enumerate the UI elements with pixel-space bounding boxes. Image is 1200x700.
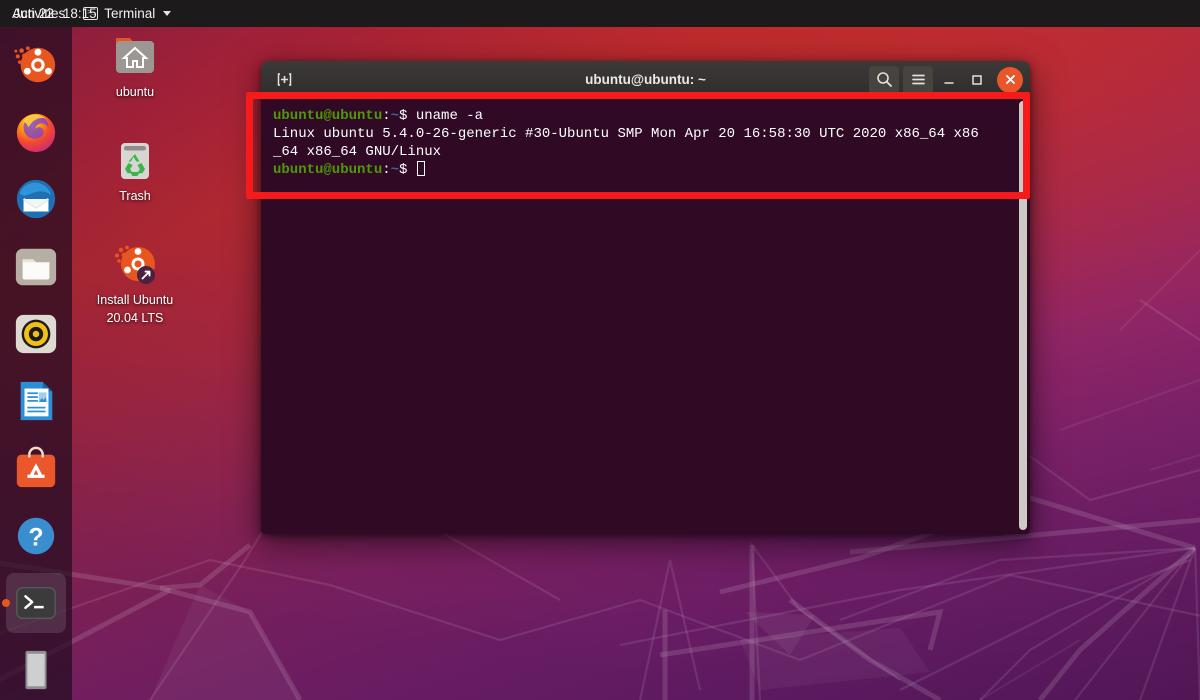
terminal-output-area[interactable]: ubuntu@ubuntu:~$ uname -a Linux ubuntu 5…: [261, 99, 1030, 534]
maximize-icon[interactable]: [963, 66, 991, 94]
desktop-icon-label-line2: 20.04 LTS: [107, 311, 164, 326]
clock-time: 18:15: [63, 6, 97, 21]
terminal-icon: [13, 580, 59, 626]
clock-menu[interactable]: Jun 22 18:15: [0, 6, 600, 21]
hamburger-glyph: [910, 71, 927, 88]
dock-item-help[interactable]: ?: [6, 506, 66, 565]
new-tab-glyph: [276, 71, 293, 88]
titlebar-controls: [867, 66, 1030, 94]
new-tab-icon[interactable]: [269, 66, 299, 94]
close-icon[interactable]: [997, 67, 1023, 93]
hamburger-menu-icon[interactable]: [903, 66, 933, 94]
svg-text:?: ?: [28, 523, 43, 551]
home-folder-icon: [108, 32, 162, 82]
terminal-window[interactable]: ubuntu@ubuntu: ~: [261, 61, 1030, 534]
close-glyph: [1004, 73, 1017, 86]
terminal-command: uname -a: [416, 108, 483, 124]
minimize-icon[interactable]: [935, 66, 963, 94]
ubuntu-installer-icon: [108, 240, 162, 290]
document-icon: [13, 378, 59, 424]
prompt-user-2: ubuntu@ubuntu: [273, 162, 382, 178]
text-cursor: [417, 161, 425, 176]
maximize-glyph: [970, 73, 984, 87]
prompt-path: ~: [391, 108, 399, 124]
dock-item-firefox[interactable]: [6, 102, 66, 161]
top-panel: Activities >_ Terminal Jun 22 18:15: [0, 0, 1200, 27]
ubuntu-icon: [13, 42, 59, 88]
search-icon[interactable]: [869, 66, 899, 94]
drive-icon: [13, 647, 59, 693]
minimize-glyph: [942, 73, 956, 87]
prompt-separator: :: [382, 108, 390, 124]
thunderbird-icon: [13, 176, 59, 222]
dock-item-ubuntu-logo[interactable]: [6, 35, 66, 94]
question-mark-icon: ?: [13, 513, 59, 559]
prompt-user: ubuntu@ubuntu: [273, 108, 382, 124]
files-icon: [13, 244, 59, 290]
terminal-titlebar[interactable]: ubuntu@ubuntu: ~: [261, 61, 1030, 99]
dock-item-rhythmbox[interactable]: [6, 304, 66, 363]
dock: ?: [0, 27, 72, 700]
dock-item-thunderbird[interactable]: [6, 170, 66, 229]
terminal-scrollbar[interactable]: [1019, 101, 1027, 530]
desktop-icon-label: Trash: [119, 189, 151, 204]
clock-date: Jun 22: [13, 6, 54, 21]
firefox-icon: [13, 109, 59, 155]
prompt-tail: $: [399, 108, 416, 124]
prompt-tail-2: $: [399, 162, 416, 178]
terminal-output-line-2: _64 x86_64 GNU/Linux: [273, 144, 441, 160]
dock-item-removable-drive[interactable]: [6, 641, 66, 700]
search-glyph: [876, 71, 893, 88]
prompt-path-2: ~: [391, 162, 399, 178]
software-store-icon: [13, 445, 59, 491]
desktop-icon-label: ubuntu: [116, 85, 154, 100]
terminal-output-line-1: Linux ubuntu 5.4.0-26-generic #30-Ubuntu…: [273, 126, 979, 142]
dock-item-files[interactable]: [6, 237, 66, 296]
dock-item-libreoffice-writer[interactable]: [6, 371, 66, 430]
music-icon: [13, 311, 59, 357]
dock-item-terminal[interactable]: [6, 573, 66, 632]
dock-item-ubuntu-software[interactable]: [6, 439, 66, 498]
desktop-icon-trash[interactable]: Trash: [81, 136, 189, 204]
prompt-separator-2: :: [382, 162, 390, 178]
desktop-icon-home-folder[interactable]: ubuntu: [81, 32, 189, 100]
desktop-icon-install-ubuntu[interactable]: Install Ubuntu 20.04 LTS: [81, 240, 189, 326]
trash-icon: [108, 136, 162, 186]
desktop-icon-label-line1: Install Ubuntu: [97, 293, 173, 308]
